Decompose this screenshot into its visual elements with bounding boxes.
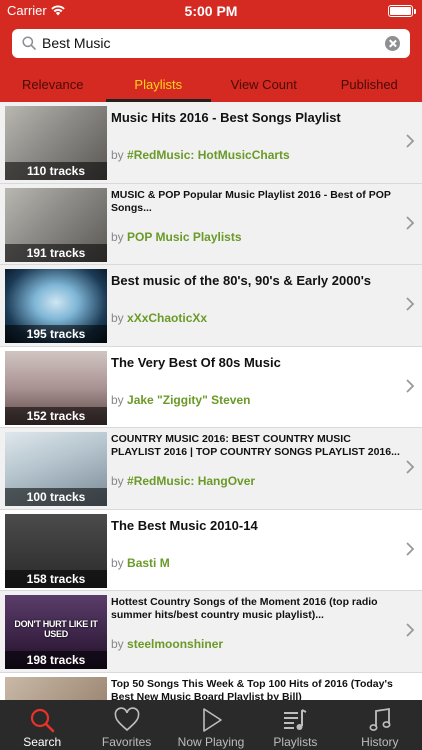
list-item[interactable]: 158 tracks The Best Music 2010-14 by Bas…: [0, 510, 422, 591]
search-icon: [31, 708, 55, 733]
playlist-thumbnail: DON'T HURT LIKE IT USED 198 tracks: [5, 595, 107, 669]
playlist-icon: [284, 709, 307, 730]
playlist-author: Basti M: [127, 555, 170, 570]
tabbar-history[interactable]: History: [338, 700, 422, 750]
tabbar-label: Now Playing: [177, 735, 245, 749]
track-count: 158 tracks: [5, 569, 107, 588]
tab-published[interactable]: Published: [317, 66, 422, 102]
playlist-title: Music Hits 2016 - Best Songs Playlist: [111, 110, 341, 125]
battery-icon: [388, 5, 416, 17]
playlist-thumbnail: 152 tracks: [5, 350, 107, 425]
playlist-list: 110 tracks Music Hits 2016 - Best Songs …: [0, 102, 422, 700]
track-count: 195 tracks: [5, 325, 107, 343]
list-item[interactable]: 110 tracks Music Hits 2016 - Best Songs …: [0, 102, 422, 184]
tabbar-label: Favorites: [101, 735, 152, 749]
track-count: 110 tracks: [5, 162, 107, 180]
tabbar-label: History: [361, 735, 399, 749]
track-count: 191 tracks: [5, 243, 107, 262]
clear-search-icon[interactable]: [385, 36, 400, 51]
playlist-thumbnail: [5, 676, 107, 700]
search-input[interactable]: Best Music: [42, 35, 110, 51]
tabbar-now-playing[interactable]: Now Playing: [169, 700, 253, 750]
thumbnail-caption: DON'T HURT LIKE IT USED: [14, 619, 98, 639]
tabbar-label: Search: [23, 735, 62, 749]
chevron-right-icon: [406, 215, 415, 230]
tabbar-search[interactable]: Search: [0, 700, 84, 750]
tab-relevance[interactable]: Relevance: [0, 66, 106, 102]
playlist-title: The Very Best Of 80s Music: [111, 354, 281, 370]
list-item[interactable]: 100 tracks COUNTRY MUSIC 2016: BEST COUN…: [0, 428, 422, 510]
playlist-title: Top 50 Songs This Week & Top 100 Hits of…: [111, 677, 393, 701]
playlist-byline: by #RedMusic: HangOver: [111, 474, 256, 488]
tab-view-count[interactable]: View Count: [211, 66, 317, 102]
app-header: Carrier 5:00 PM Best Music: [0, 0, 422, 66]
chevron-right-icon: [406, 297, 415, 311]
playlist-title: COUNTRY MUSIC 2016: BEST COUNTRY MUSIC P…: [111, 433, 400, 458]
tabbar-label: Playlists: [273, 735, 318, 749]
list-item[interactable]: Top 50 Songs This Week & Top 100 Hits of…: [0, 673, 422, 701]
playlist-title: Hottest Country Songs of the Moment 2016…: [111, 596, 378, 621]
playlist-author: Jake "Ziggity" Steven: [127, 392, 251, 407]
search-icon: [22, 36, 36, 50]
tab-playlists[interactable]: Playlists: [105, 66, 212, 102]
list-item[interactable]: 195 tracks Best music of the 80's, 90's …: [0, 265, 422, 347]
heart-icon: [114, 707, 139, 732]
status-bar: Carrier 5:00 PM: [0, 0, 422, 22]
playlist-author: steelmoonshiner: [127, 637, 224, 651]
playlist-thumbnail: 191 tracks: [5, 187, 107, 262]
playlist-byline: by Jake "Ziggity" Steven: [111, 392, 251, 407]
playlist-author: #RedMusic: HotMusicCharts: [127, 148, 290, 162]
track-count: 152 tracks: [5, 406, 107, 425]
chevron-right-icon: [406, 460, 415, 474]
search-bar[interactable]: Best Music: [12, 29, 410, 58]
playlist-author: xXxChaoticXx: [127, 311, 208, 325]
playlist-thumbnail: 100 tracks: [5, 432, 107, 506]
chevron-right-icon: [406, 134, 415, 148]
music-note-icon: [369, 707, 391, 731]
playlist-byline: by steelmoonshiner: [111, 637, 224, 651]
playlist-title: Best music of the 80's, 90's & Early 200…: [111, 273, 372, 288]
playlist-thumbnail: 158 tracks: [5, 513, 107, 588]
playlist-thumbnail: 110 tracks: [5, 106, 107, 180]
sort-tabs: Relevance Playlists View Count Published: [0, 66, 422, 102]
bottom-tab-bar: Search Favorites Now Playing Playlists H…: [0, 700, 422, 750]
playlist-thumbnail: 195 tracks: [5, 269, 107, 343]
list-item[interactable]: 152 tracks The Very Best Of 80s Music by…: [0, 347, 422, 428]
playlist-author: #RedMusic: HangOver: [127, 474, 256, 488]
playlist-byline: by Basti M: [111, 555, 170, 570]
playlist-byline: by POP Music Playlists: [111, 229, 242, 244]
status-time: 5:00 PM: [184, 3, 238, 19]
play-icon: [203, 708, 222, 732]
list-item[interactable]: 191 tracks MUSIC & POP Popular Music Pla…: [0, 183, 422, 265]
playlist-title: MUSIC & POP Popular Music Playlist 2016 …: [111, 188, 391, 214]
chevron-right-icon: [406, 541, 415, 556]
list-item[interactable]: DON'T HURT LIKE IT USED 198 tracks Hotte…: [0, 591, 422, 673]
tabbar-playlists[interactable]: Playlists: [253, 700, 337, 750]
playlist-author: POP Music Playlists: [127, 229, 242, 244]
tabbar-favorites[interactable]: Favorites: [84, 700, 168, 750]
playlist-byline: by #RedMusic: HotMusicCharts: [111, 148, 290, 162]
chevron-right-icon: [406, 378, 415, 393]
chevron-right-icon: [406, 623, 415, 637]
track-count: 100 tracks: [5, 488, 107, 506]
playlist-title: The Best Music 2010-14: [111, 517, 258, 533]
playlist-byline: by xXxChaoticXx: [111, 311, 208, 325]
track-count: 198 tracks: [5, 651, 107, 669]
